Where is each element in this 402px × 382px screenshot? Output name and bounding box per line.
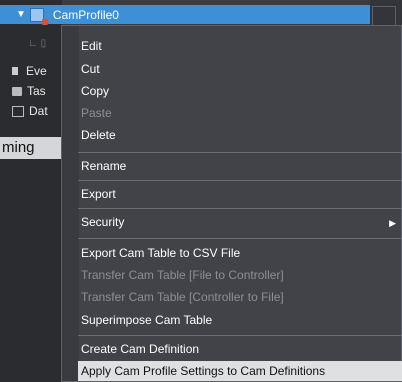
menu-item-rename[interactable]: Rename	[81, 156, 126, 176]
data-trace-icon	[12, 105, 24, 117]
cam-profile-icon	[29, 7, 48, 25]
menu-item-delete[interactable]: Delete	[81, 125, 116, 145]
menu-item-cut[interactable]: Cut	[81, 59, 100, 79]
tree-item-label: Eve	[26, 64, 47, 78]
expand-arrow-icon[interactable]: ▼	[16, 9, 26, 20]
menu-separator	[78, 152, 402, 153]
flag-icon	[12, 67, 21, 75]
menu-item-export[interactable]: Export	[81, 184, 116, 204]
tree-item-label: Dat	[29, 104, 48, 118]
menu-item-paste[interactable]: Paste	[81, 103, 112, 123]
menu-icon-column	[62, 26, 79, 381]
tree-item-tas[interactable]: Tas	[12, 84, 46, 98]
menu-item-transfer-file-to-controller[interactable]: Transfer Cam Table [File to Controller]	[81, 265, 284, 285]
menu-item-edit[interactable]: Edit	[81, 36, 102, 56]
menu-item-superimpose-cam-table[interactable]: Superimpose Cam Table	[81, 310, 212, 330]
menu-item-security[interactable]: Security	[81, 212, 124, 232]
menu-separator	[78, 335, 402, 336]
menu-item-export-cam-table-csv[interactable]: Export Cam Table to CSV File	[81, 243, 240, 263]
menu-item-transfer-controller-to-file[interactable]: Transfer Cam Table [Controller to File]	[81, 287, 284, 307]
menu-separator	[78, 238, 402, 239]
task-icon	[12, 86, 22, 96]
tree-item-label: Tas	[27, 84, 46, 98]
tree-item-label: CamProfile0	[52, 7, 119, 22]
tree-sub-item-icon: ∟ ▯	[28, 38, 47, 49]
menu-item-apply-cam-profile-settings[interactable]: Apply Cam Profile Settings to Cam Defini…	[81, 361, 325, 381]
menu-separator	[78, 180, 402, 181]
tree-item-eve[interactable]: Eve	[12, 64, 47, 78]
menu-separator	[78, 208, 402, 209]
tab-timing[interactable]: ming	[0, 137, 62, 159]
tree-item-dat[interactable]: Dat	[12, 104, 48, 118]
menu-item-create-cam-definition[interactable]: Create Cam Definition	[81, 339, 199, 359]
project-tree-panel	[0, 0, 62, 382]
menu-item-copy[interactable]: Copy	[81, 81, 109, 101]
tree-item-camprofile0[interactable]: ▼ CamProfile0	[0, 5, 370, 25]
submenu-arrow-icon: ▶	[389, 218, 396, 228]
